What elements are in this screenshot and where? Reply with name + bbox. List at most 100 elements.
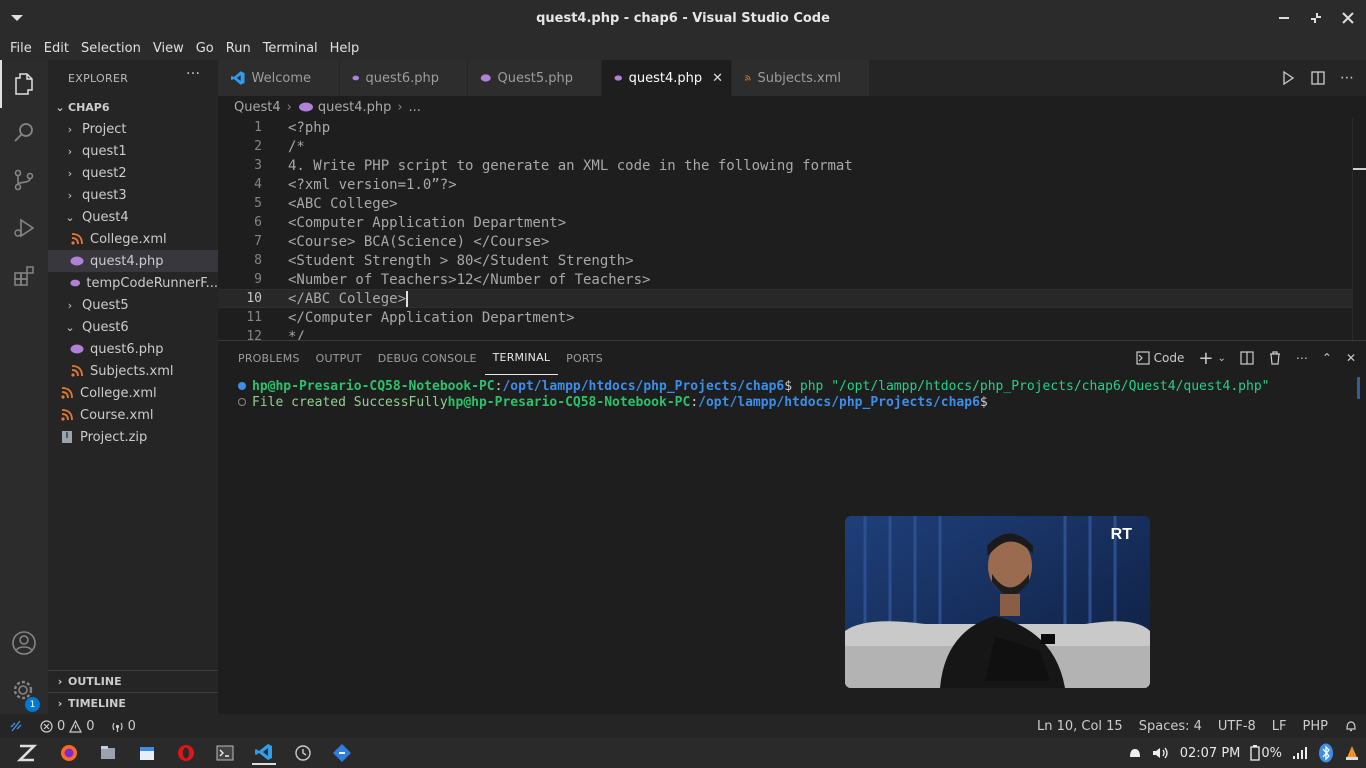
code-line[interactable]: 1 <?php — [218, 118, 1352, 137]
code-line[interactable]: 7 <Course> BCA(Science) </Course> — [218, 232, 1352, 251]
explorer-folder[interactable]: › Project — [48, 118, 218, 140]
network-signal-icon[interactable] — [1292, 746, 1308, 760]
code-line[interactable]: 11 </Computer Application Department> — [218, 308, 1352, 327]
close-window-button[interactable] — [1332, 0, 1364, 36]
more-actions-icon[interactable]: ⋯ — [1296, 351, 1308, 365]
breadcrumb-folder[interactable]: Quest4 — [234, 100, 281, 115]
encoding[interactable]: UTF-8 — [1210, 719, 1264, 734]
split-editor-icon[interactable] — [1310, 70, 1326, 86]
code-line[interactable]: 8 <Student Strength > 80</Student Strengt… — [218, 251, 1352, 270]
run-file-icon[interactable] — [1280, 70, 1296, 86]
language-mode[interactable]: PHP — [1295, 719, 1336, 734]
explorer-file[interactable]: tempCodeRunnerF... — [48, 272, 218, 294]
code-line[interactable]: 2 /* — [218, 137, 1352, 156]
code-line[interactable]: 9 <Number of Teachers>12</Number of Teach… — [218, 270, 1352, 289]
code-line[interactable]: 12 */ — [218, 327, 1352, 341]
code-line[interactable]: 10 </ABC College> — [218, 289, 1352, 308]
zorin-menu-button[interactable] — [15, 741, 39, 765]
explorer-file[interactable]: quest6.php — [48, 338, 218, 360]
clock-app-button[interactable] — [291, 741, 315, 765]
restore-button[interactable] — [1300, 0, 1332, 36]
trash-icon[interactable] — [1268, 351, 1282, 365]
terminal-app-button[interactable] — [213, 741, 237, 765]
explorer-file[interactable]: College.xml — [48, 228, 218, 250]
code-editor[interactable]: 1 <?php 2 /* 3 4. Write PHP script to generat… — [218, 118, 1366, 340]
explorer-file[interactable]: Project.zip — [48, 426, 218, 448]
battery-indicator[interactable]: 0% — [1250, 745, 1282, 761]
outline-section[interactable]: › OUTLINE — [48, 670, 218, 692]
editor-tab[interactable]: quest6.php — [340, 60, 468, 96]
vlc-icon[interactable] — [1344, 745, 1360, 761]
tab-ports[interactable]: PORTS — [558, 341, 611, 375]
code-line[interactable]: 3 4. Write PHP script to generate an XML … — [218, 156, 1352, 175]
opera-button[interactable] — [174, 741, 198, 765]
menu-selection[interactable]: Selection — [75, 41, 147, 56]
manage-activity[interactable]: 1 — [0, 667, 48, 715]
vscode-button[interactable] — [252, 741, 276, 765]
terminal-scrollbar[interactable] — [1357, 377, 1360, 399]
search-activity[interactable] — [0, 108, 48, 156]
explorer-folder[interactable]: › quest1 — [48, 140, 218, 162]
notifications-button[interactable] — [1336, 719, 1366, 733]
video-overlay[interactable]: RT — [845, 516, 1150, 688]
tab-terminal[interactable]: TERMINAL — [484, 341, 559, 375]
workspace-root[interactable]: ⌄ CHAP6 — [48, 96, 218, 118]
explorer-activity[interactable] — [0, 60, 48, 108]
split-terminal-icon[interactable] — [1240, 351, 1254, 365]
editor-tab[interactable]: Subjects.xml — [732, 60, 870, 96]
files-button[interactable] — [96, 741, 120, 765]
remote-indicator[interactable] — [0, 714, 32, 738]
menu-go[interactable]: Go — [190, 41, 220, 56]
explorer-file[interactable]: Subjects.xml — [48, 360, 218, 382]
calendar-button[interactable] — [135, 741, 159, 765]
menu-edit[interactable]: Edit — [38, 41, 75, 56]
ports-status[interactable]: 0 — [103, 719, 144, 734]
menu-file[interactable]: File — [4, 41, 38, 56]
chevron-down-icon[interactable]: ⌄ — [1217, 353, 1225, 364]
close-panel-icon[interactable]: ✕ — [1346, 351, 1356, 365]
editor-tab[interactable]: Welcome — [218, 60, 340, 96]
explorer-more-button[interactable]: ··· — [186, 66, 200, 82]
clock[interactable]: 02:07 PM — [1180, 746, 1241, 761]
breadcrumb-symbol[interactable]: ... — [409, 100, 421, 115]
menu-terminal[interactable]: Terminal — [257, 41, 324, 56]
explorer-folder[interactable]: › Quest5 — [48, 294, 218, 316]
explorer-file[interactable]: quest4.php — [48, 250, 218, 272]
explorer-folder[interactable]: ⌄ Quest4 — [48, 206, 218, 228]
maximize-panel-icon[interactable]: ⌃ — [1322, 351, 1332, 365]
run-debug-activity[interactable] — [0, 204, 48, 252]
source-control-activity[interactable] — [0, 156, 48, 204]
editor-scrollbar[interactable] — [1352, 118, 1366, 340]
explorer-file[interactable]: Course.xml — [48, 404, 218, 426]
new-terminal-button[interactable]: + — [1198, 348, 1213, 369]
tab-debug-console[interactable]: DEBUG CONSOLE — [370, 341, 485, 375]
explorer-file[interactable]: College.xml — [48, 382, 218, 404]
end-of-line[interactable]: LF — [1264, 719, 1295, 734]
close-tab-icon[interactable]: ✕ — [712, 71, 723, 86]
explorer-folder[interactable]: ⌄ Quest6 — [48, 316, 218, 338]
notification-bell-icon[interactable] — [1128, 746, 1142, 760]
tab-output[interactable]: OUTPUT — [308, 341, 370, 375]
problems-status[interactable]: 0 0 — [32, 719, 103, 734]
cursor-position[interactable]: Ln 10, Col 15 — [1029, 719, 1131, 734]
account-activity[interactable] — [0, 619, 48, 667]
more-actions-icon[interactable]: ⋯ — [1340, 70, 1354, 86]
editor-tab[interactable]: quest4.php ✕ — [602, 60, 732, 96]
timeline-section[interactable]: › TIMELINE — [48, 692, 218, 714]
window-menu-icon[interactable] — [8, 10, 26, 26]
indentation[interactable]: Spaces: 4 — [1131, 719, 1210, 734]
volume-icon[interactable] — [1152, 746, 1170, 760]
extensions-activity[interactable] — [0, 252, 48, 300]
terminal-select[interactable]: Code — [1136, 351, 1184, 365]
explorer-folder[interactable]: › quest3 — [48, 184, 218, 206]
code-line[interactable]: 6 <Computer Application Department> — [218, 213, 1352, 232]
bluetooth-icon[interactable] — [1318, 743, 1334, 763]
code-line[interactable]: 5 <ABC College> — [218, 194, 1352, 213]
app-button[interactable] — [330, 741, 354, 765]
breadcrumb-file[interactable]: quest4.php — [318, 100, 392, 115]
editor-tab[interactable]: Quest5.php — [468, 60, 602, 96]
code-line[interactable]: 4 <?xml version=1.0”?> — [218, 175, 1352, 194]
minimize-button[interactable] — [1268, 0, 1300, 36]
menu-help[interactable]: Help — [324, 41, 366, 56]
tab-problems[interactable]: PROBLEMS — [230, 341, 308, 375]
